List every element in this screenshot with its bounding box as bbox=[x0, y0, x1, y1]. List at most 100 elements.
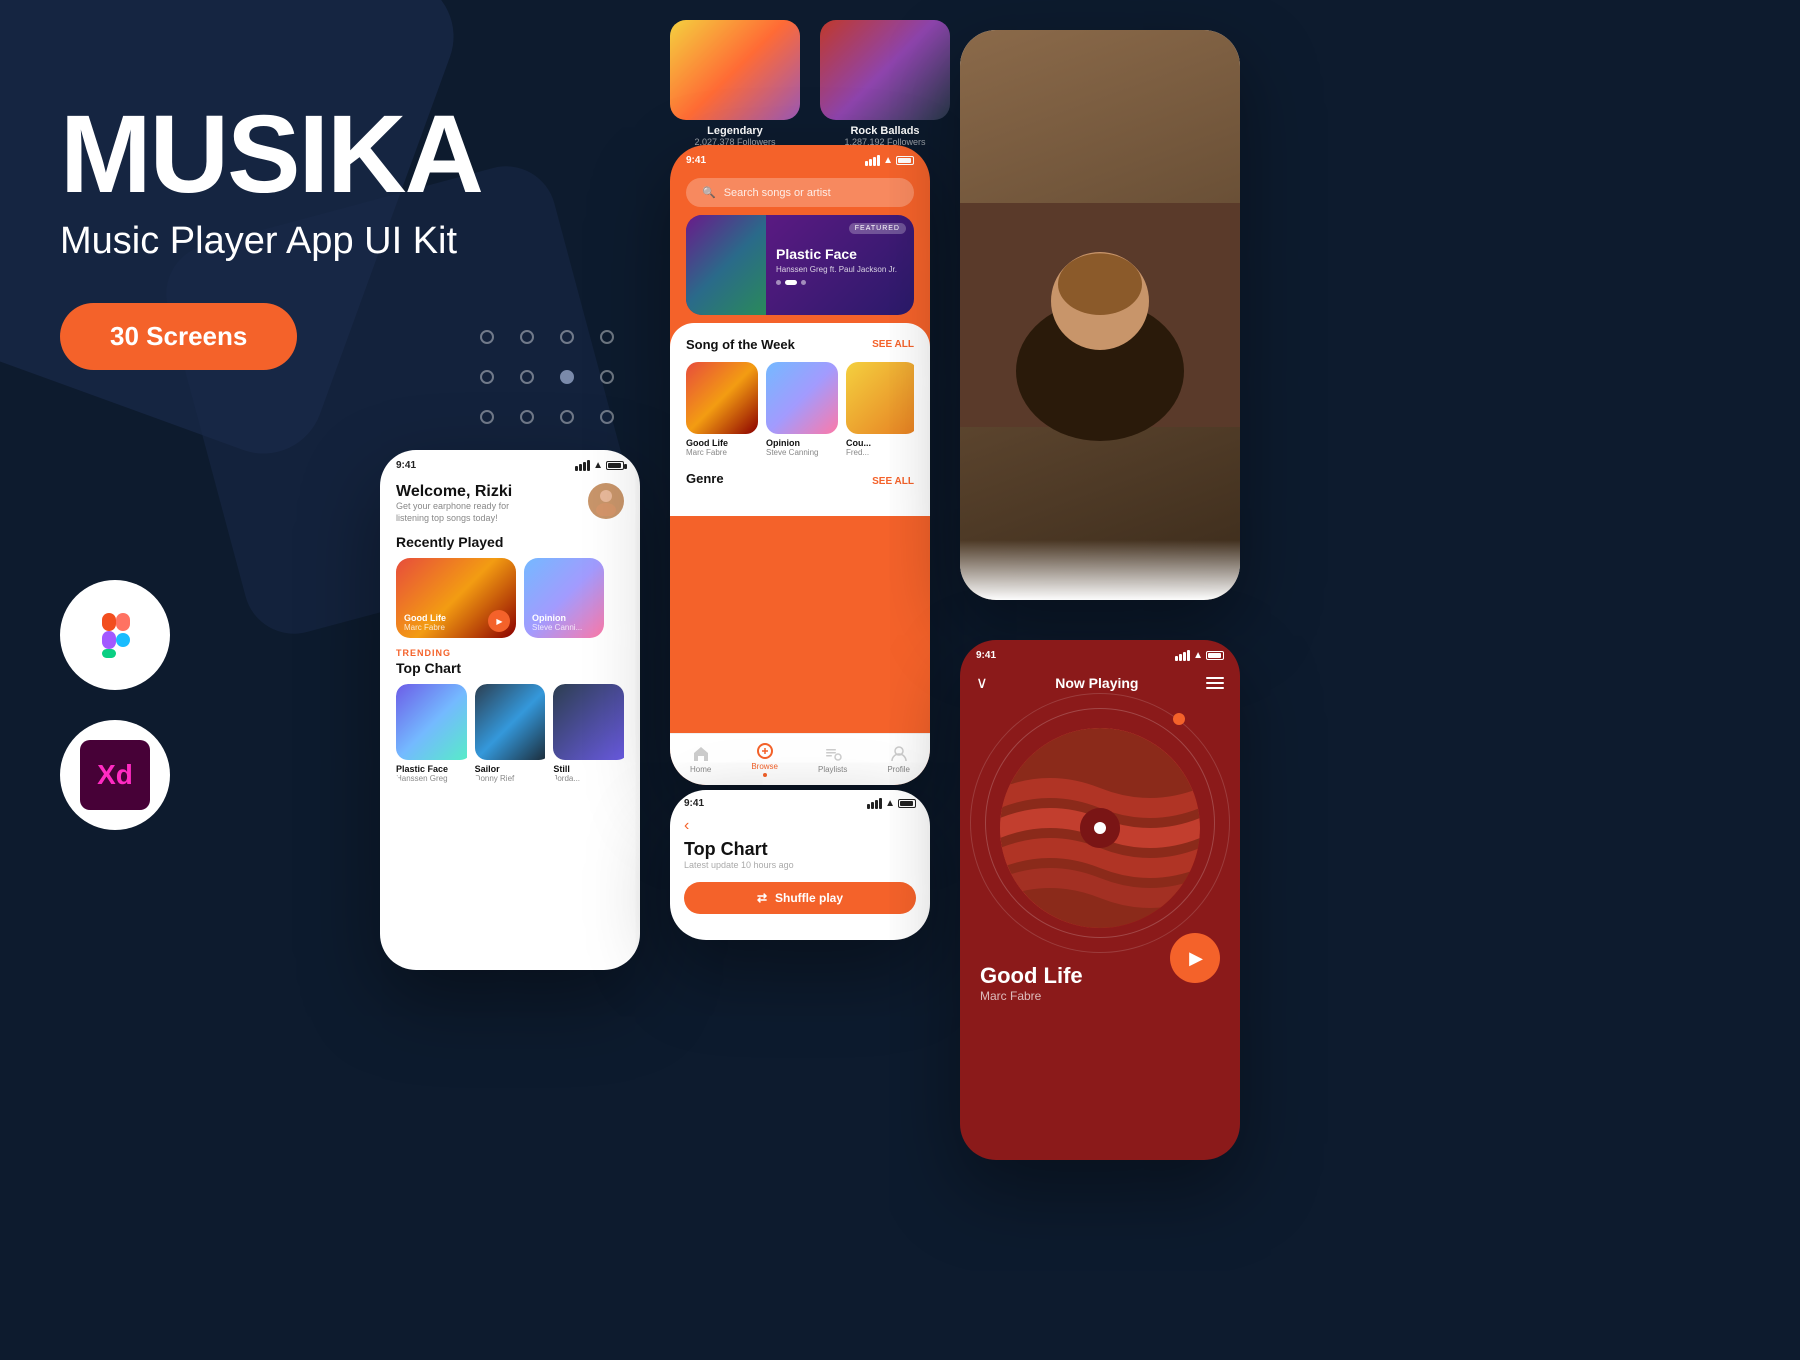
sotw-title-3: Cou... bbox=[846, 438, 914, 448]
battery-icon-chart bbox=[898, 799, 916, 808]
featured-img bbox=[686, 215, 766, 315]
chart-cards: Plastic Face Hanssen Greg Sailor Donny R… bbox=[396, 684, 624, 783]
nav-playlists[interactable]: Playlists bbox=[818, 745, 847, 774]
brand-subtitle: Music Player App UI Kit bbox=[60, 220, 482, 263]
nav-active-dot bbox=[763, 773, 767, 777]
welcome-title: Welcome, Rizki bbox=[396, 483, 536, 501]
battery-icon-nowplaying bbox=[1206, 651, 1224, 660]
chart-title-still: Still bbox=[553, 764, 624, 774]
sotw-header: Song of the Week SEE ALL bbox=[686, 337, 914, 352]
playlist-legendary-title: Legendary bbox=[670, 125, 800, 137]
chart-artist-still: Jorda... bbox=[553, 774, 624, 783]
featured-card[interactable]: FEATURED Plastic Face Hanssen Greg ft. P… bbox=[686, 215, 914, 315]
battery-icon-browse bbox=[896, 156, 914, 165]
rp-artist: Marc Fabre bbox=[404, 623, 446, 632]
chart-card-plastic[interactable]: Plastic Face Hanssen Greg bbox=[396, 684, 467, 783]
phone-browse: 9:41 ▲ 🔍 Search songs or artist FEATURED… bbox=[670, 145, 930, 785]
search-icon: 🔍 bbox=[702, 186, 716, 199]
topchart-update: Latest update 10 hours ago bbox=[684, 860, 916, 870]
sotw-card-3[interactable]: Cou... Fred... bbox=[846, 362, 914, 457]
status-time-chart: 9:41 bbox=[684, 798, 704, 809]
nav-home-label: Home bbox=[690, 765, 711, 774]
signal-bar bbox=[877, 155, 880, 166]
sotw-artist-3: Fred... bbox=[846, 448, 914, 457]
rp-title: Good Life bbox=[404, 613, 446, 623]
playlist-card-rock[interactable]: Rock Ballads 1,287,192 Followers bbox=[820, 20, 950, 147]
play-button-goodlife[interactable] bbox=[488, 610, 510, 632]
top-playlist-cards: Legendary 2,027,378 Followers Rock Balla… bbox=[670, 20, 950, 147]
featured-text: FEATURED Plastic Face Hanssen Greg ft. P… bbox=[766, 236, 907, 295]
sotw-card-goodlife[interactable]: Good Life Marc Fabre bbox=[686, 362, 758, 457]
sotw-label: Song of the Week bbox=[686, 337, 795, 352]
figma-icon bbox=[60, 580, 170, 690]
sotw-title-opinion: Opinion bbox=[766, 438, 838, 448]
signal-bar bbox=[579, 464, 582, 471]
shuffle-label: Shuffle play bbox=[775, 891, 843, 905]
chart-img-still bbox=[553, 684, 624, 760]
nav-browse[interactable]: Browse bbox=[751, 742, 778, 777]
avatar[interactable] bbox=[588, 483, 624, 519]
genre-see-all[interactable]: SEE ALL bbox=[872, 476, 914, 487]
playlist-card-legendary[interactable]: Legendary 2,027,378 Followers bbox=[670, 20, 800, 147]
sotw-see-all[interactable]: SEE ALL bbox=[872, 339, 914, 350]
nav-profile[interactable]: Profile bbox=[887, 745, 910, 774]
signal-bar bbox=[575, 466, 578, 471]
signal-bar bbox=[875, 800, 878, 809]
sotw-cards: Good Life Marc Fabre Opinion Steve Canni… bbox=[686, 362, 914, 457]
signal-bar bbox=[873, 157, 876, 166]
signal-bar bbox=[1175, 656, 1178, 661]
nowplaying-header: ∨ Now Playing bbox=[960, 665, 1240, 693]
chart-card-sailor[interactable]: Sailor Donny Rief bbox=[475, 684, 546, 783]
top-chart-section: Top Chart Plastic Face Hanssen Greg Sail… bbox=[380, 660, 640, 783]
playlist-rock-img bbox=[820, 20, 950, 120]
shuffle-play-button[interactable]: ⇄ Shuffle play bbox=[684, 882, 916, 914]
play-large-button[interactable] bbox=[1170, 933, 1220, 983]
genre-label: Genre bbox=[686, 471, 724, 486]
featured-badge: FEATURED bbox=[849, 223, 906, 234]
rp-card-opinion[interactable]: Opinion Steve Canni... bbox=[524, 558, 604, 638]
nav-profile-label: Profile bbox=[887, 765, 910, 774]
track-info: Good Life Marc Fabre bbox=[960, 953, 1240, 1003]
screens-button[interactable]: 30 Screens bbox=[60, 303, 297, 370]
artist-portrait-img bbox=[960, 30, 1240, 600]
dot bbox=[520, 330, 534, 344]
sotw-card-opinion[interactable]: Opinion Steve Canning bbox=[766, 362, 838, 457]
wifi-icon-nowplaying: ▲ bbox=[1193, 650, 1203, 661]
chart-artist-plastic: Hanssen Greg bbox=[396, 774, 467, 783]
chart-title-sailor: Sailor bbox=[475, 764, 546, 774]
dot-nav-active bbox=[785, 280, 797, 285]
trending-label: TRENDING bbox=[380, 638, 640, 660]
dot-active bbox=[560, 370, 574, 384]
wifi-icon-browse: ▲ bbox=[883, 155, 893, 166]
featured-title: Plastic Face bbox=[776, 246, 897, 262]
dot bbox=[600, 330, 614, 344]
status-bar-nowplaying: 9:41 ▲ bbox=[960, 640, 1240, 665]
xd-logo: Xd bbox=[80, 740, 150, 810]
brand-title: MUSIKA bbox=[60, 100, 482, 210]
wifi-icon-chart: ▲ bbox=[885, 798, 895, 809]
rp-card-goodlife[interactable]: Good Life Marc Fabre bbox=[396, 558, 516, 638]
back-button[interactable]: ‹ bbox=[670, 813, 930, 835]
status-time-browse: 9:41 bbox=[686, 155, 706, 166]
signal-bar bbox=[871, 802, 874, 809]
signal-bar bbox=[1187, 650, 1190, 661]
sotw-artist-opinion: Steve Canning bbox=[766, 448, 838, 457]
rp-artist-opinion: Steve Canni... bbox=[532, 623, 582, 632]
now-playing-label: Now Playing bbox=[1055, 675, 1138, 691]
browse-white-section: Song of the Week SEE ALL Good Life Marc … bbox=[670, 323, 930, 516]
menu-icon[interactable] bbox=[1206, 677, 1224, 689]
dot bbox=[560, 410, 574, 424]
dot bbox=[600, 370, 614, 384]
status-bar-chart: 9:41 ▲ bbox=[670, 790, 930, 813]
nav-bar: Home Browse Playlists Profile bbox=[670, 733, 930, 785]
chevron-down-icon[interactable]: ∨ bbox=[976, 673, 988, 693]
chart-img-plastic bbox=[396, 684, 467, 760]
chart-card-still[interactable]: Still Jorda... bbox=[553, 684, 624, 783]
branding-section: MUSIKA Music Player App UI Kit 30 Screen… bbox=[60, 100, 482, 370]
playlist-rock-title: Rock Ballads bbox=[820, 125, 950, 137]
rp-title-opinion: Opinion bbox=[532, 613, 582, 623]
dot bbox=[560, 330, 574, 344]
signal-bar bbox=[1179, 654, 1182, 661]
search-bar-browse[interactable]: 🔍 Search songs or artist bbox=[686, 178, 914, 207]
nav-home[interactable]: Home bbox=[690, 745, 711, 774]
